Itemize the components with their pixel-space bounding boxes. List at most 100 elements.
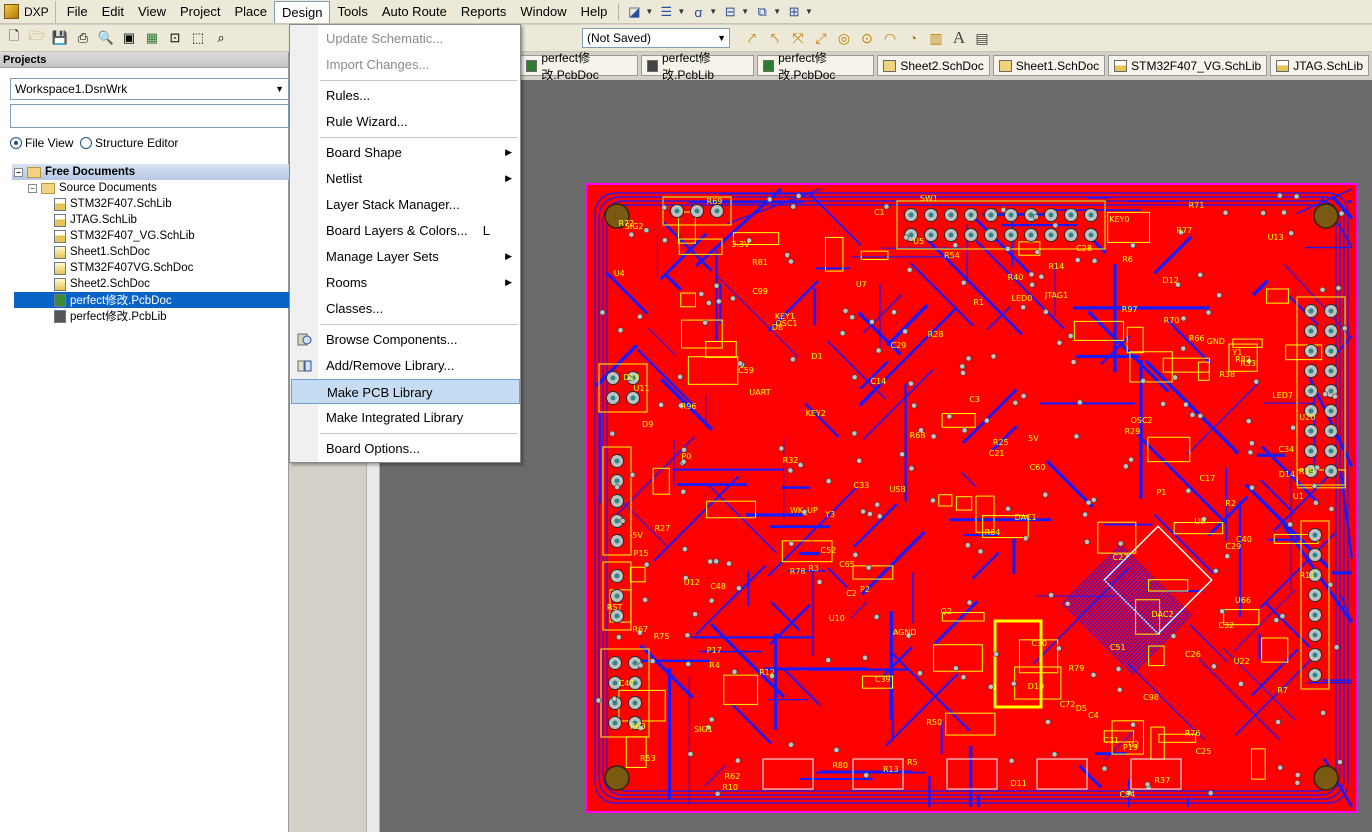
open-folder-icon[interactable]: 🗁 — [27, 28, 47, 48]
menu-design[interactable]: Design — [274, 0, 331, 23]
menu-item-board-options[interactable]: Board Options... — [291, 436, 520, 461]
via-icon[interactable]: ◎ — [834, 28, 854, 48]
print-preview-icon[interactable]: 🔍 — [96, 28, 116, 48]
tree-doc[interactable]: STM32F407VG.SchDoc — [14, 260, 289, 276]
chart-tool-icon[interactable]: ◪ — [623, 2, 645, 22]
string-icon[interactable]: A — [949, 28, 969, 48]
tab-pcbdoc[interactable]: perfect修改.PcbDoc — [520, 51, 638, 82]
component-icon[interactable]: ▤ — [972, 28, 992, 48]
menu-item-netlist[interactable]: Netlist ▶ — [291, 166, 520, 191]
text-tool-icon[interactable]: ꭤ — [687, 2, 709, 22]
tree-doc-selected[interactable]: perfect修改.PcbDoc — [14, 292, 289, 308]
collapse-icon[interactable]: − — [14, 167, 23, 177]
route-icon[interactable]: ⤢ — [811, 28, 831, 48]
tab-sheet1[interactable]: Sheet1.SchDoc — [992, 55, 1106, 76]
via — [1074, 257, 1081, 263]
arc-icon[interactable]: ◠ — [880, 28, 900, 48]
tree-group[interactable]: − Source Documents — [14, 180, 289, 196]
chevron-down-icon[interactable]: ▼ — [677, 7, 685, 16]
fill-icon[interactable]: ◔ — [903, 28, 923, 48]
menu-item-make-pcb-library[interactable]: Make PCB Library — [291, 379, 520, 404]
jtag-header-drill — [948, 232, 954, 238]
menu-item-import-changes[interactable]: Import Changes... — [291, 52, 520, 77]
project-field[interactable] — [10, 104, 289, 128]
p1-header-drill — [1328, 468, 1334, 474]
menu-edit[interactable]: Edit — [95, 1, 131, 23]
menu-item-make-integrated-library[interactable]: Make Integrated Library — [291, 405, 520, 430]
new-document-icon[interactable]: 🗋 — [4, 28, 24, 48]
silkscreen-label: U12 — [684, 578, 700, 587]
menu-item-rules[interactable]: Rules... — [291, 83, 520, 108]
zoom-fit-icon[interactable]: ⊡ — [165, 28, 185, 48]
interactive-route-icon[interactable]: ⤤ — [742, 28, 762, 48]
menu-item-classes[interactable]: Classes... — [291, 296, 520, 321]
zoom-area-icon[interactable]: ⬚ — [188, 28, 208, 48]
dxp-menu[interactable]: DXP — [0, 0, 56, 23]
menu-auto-route[interactable]: Auto Route — [375, 1, 454, 23]
diff-pair-route-icon[interactable]: ⤣ — [765, 28, 785, 48]
schlib-file-icon — [54, 213, 66, 227]
menu-item-update-schematic[interactable]: Update Schematic... — [291, 26, 520, 51]
menu-item-rooms[interactable]: Rooms ▶ — [291, 270, 520, 295]
menu-item-board-layers-colors[interactable]: Board Layers & Colors... L — [291, 218, 520, 243]
tab-jtag-schlib[interactable]: JTAG.SchLib — [1270, 55, 1370, 76]
menu-help[interactable]: Help — [574, 1, 615, 23]
tab-pcblib[interactable]: perfect修改.PcbLib — [640, 51, 754, 82]
tab-stm32-schlib[interactable]: STM32F407_VG.SchLib — [1108, 55, 1268, 76]
tree-doc[interactable]: STM32F407.SchLib — [14, 196, 289, 212]
menu-window[interactable]: Window — [513, 1, 573, 23]
tab-sheet2[interactable]: Sheet2.SchDoc — [877, 55, 990, 76]
menu-project[interactable]: Project — [173, 1, 227, 23]
menu-item-rule-wizard[interactable]: Rule Wizard... — [291, 109, 520, 134]
jtag-header-drill — [988, 212, 994, 218]
menu-item-add-remove-library[interactable]: Add/Remove Library... — [291, 353, 520, 378]
menu-reports[interactable]: Reports — [454, 1, 514, 23]
pad-icon[interactable]: ⊙ — [857, 28, 877, 48]
polygon-icon[interactable]: ▥ — [926, 28, 946, 48]
grid-tool-icon[interactable]: ⊞ — [783, 2, 805, 22]
menu-item-manage-layer-sets[interactable]: Manage Layer Sets ▶ — [291, 244, 520, 269]
workspace-combo[interactable]: Workspace1.DsnWrk ▼ — [10, 78, 289, 100]
tree-doc[interactable]: Sheet1.SchDoc — [14, 244, 289, 260]
via — [1332, 393, 1338, 400]
pcb-workspace[interactable]: SW1 JTAG1 UART USB C48 C47 R37 R40 R38 R39 R3 R4 R5 R… — [380, 80, 1372, 832]
collapse-icon[interactable]: − — [28, 183, 37, 193]
menu-item-browse-components[interactable]: Browse Components... — [291, 327, 520, 352]
chevron-down-icon[interactable]: ▼ — [805, 7, 813, 16]
distribute-tool-icon[interactable]: ⊟ — [719, 2, 741, 22]
silkscreen-label: R7 — [1277, 686, 1288, 695]
room-tool-icon[interactable]: ⧉ — [751, 2, 773, 22]
menu-item-layer-stack-manager[interactable]: Layer Stack Manager... — [291, 192, 520, 217]
save-icon[interactable]: 💾 — [50, 28, 70, 48]
jtag-header-drill — [1088, 232, 1094, 238]
tree-doc[interactable]: STM32F407_VG.SchLib — [14, 228, 289, 244]
pcb-board[interactable]: SW1 JTAG1 UART USB C48 C47 R37 R40 R38 R39 R3 R4 R5 R… — [585, 183, 1358, 813]
multi-route-icon[interactable]: ⤧ — [788, 28, 808, 48]
chevron-down-icon[interactable]: ▼ — [773, 7, 781, 16]
menu-tools[interactable]: Tools — [330, 1, 374, 23]
tree-root[interactable]: − Free Documents — [12, 164, 289, 180]
align-tool-icon[interactable]: ☰ — [655, 2, 677, 22]
zoom-selected-icon[interactable]: ⌕ — [211, 28, 231, 48]
menu-file[interactable]: File — [60, 1, 95, 23]
open-project-icon[interactable]: ▣ — [119, 28, 139, 48]
tab-pcbdoc-2[interactable]: perfect修改.PcbDoc — [756, 51, 875, 82]
menu-view[interactable]: View — [131, 1, 173, 23]
tree-doc[interactable]: JTAG.SchLib — [14, 212, 289, 228]
chevron-down-icon[interactable]: ▼ — [741, 7, 749, 16]
pcb-board-canvas[interactable]: SW1 JTAG1 UART USB C48 C47 R37 R40 R38 R39 R3 R4 R5 R… — [585, 183, 1358, 813]
chevron-down-icon[interactable]: ▼ — [645, 7, 653, 16]
silkscreen-label: D13 — [623, 373, 639, 382]
via — [964, 542, 971, 549]
menu-item-board-shape[interactable]: Board Shape ▶ — [291, 140, 520, 165]
print-icon[interactable]: ⎙ — [73, 28, 93, 48]
via — [1090, 496, 1097, 503]
tree-doc[interactable]: perfect修改.PcbLib — [14, 308, 289, 324]
device-icon[interactable]: ▦ — [142, 28, 162, 48]
layer-set-combo[interactable]: (Not Saved) ▼ — [582, 28, 730, 48]
menu-place[interactable]: Place — [227, 1, 274, 23]
structure-editor-radio[interactable]: Structure Editor — [80, 136, 178, 150]
tree-doc[interactable]: Sheet2.SchDoc — [14, 276, 289, 292]
chevron-down-icon[interactable]: ▼ — [709, 7, 717, 16]
file-view-radio[interactable]: File View — [10, 136, 73, 150]
